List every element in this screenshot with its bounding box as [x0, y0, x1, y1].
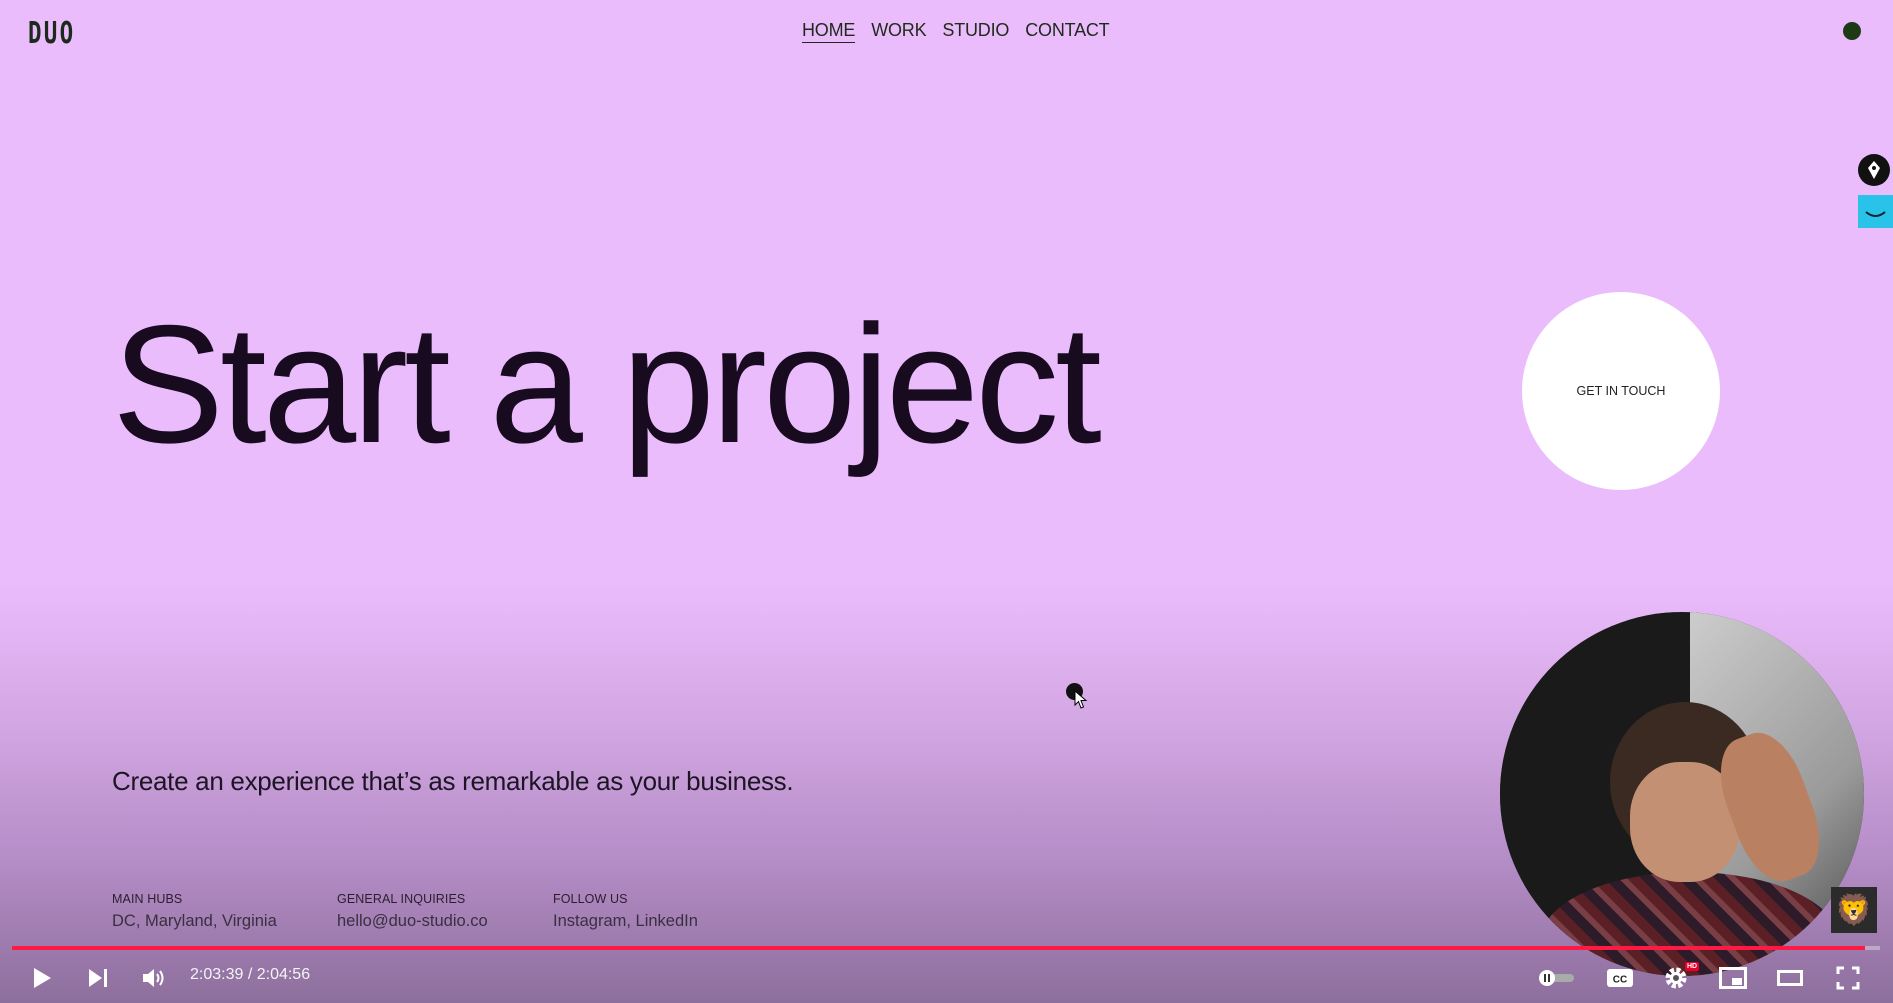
- menu-dot[interactable]: [1843, 22, 1861, 40]
- channel-avatar-icon[interactable]: 🦁: [1831, 887, 1877, 933]
- info-main-hubs: MAIN HUBS DC, Maryland, Virginia: [112, 892, 277, 931]
- fullscreen-icon[interactable]: [1828, 952, 1868, 1003]
- hd-badge: HD: [1685, 962, 1700, 971]
- time-display: 2:03:39 / 2:04:56: [190, 966, 311, 983]
- autoplay-toggle[interactable]: [1533, 952, 1579, 1003]
- svg-text:CC: CC: [1613, 974, 1627, 985]
- nav-contact[interactable]: CONTACT: [1025, 20, 1109, 43]
- nav-studio[interactable]: STUDIO: [942, 20, 1009, 43]
- play-icon[interactable]: [22, 952, 62, 1003]
- info-label: MAIN HUBS: [112, 892, 183, 906]
- info-follow-us: FOLLOW US Instagram, LinkedIn: [553, 892, 698, 931]
- email-link[interactable]: hello@duo-studio.co: [337, 912, 488, 931]
- settings-icon[interactable]: [1656, 952, 1696, 1003]
- pen-extension-icon[interactable]: [1858, 154, 1890, 186]
- next-icon[interactable]: [78, 952, 118, 1003]
- player-controls: 2:03:39 / 2:04:56 CC: [0, 952, 1893, 1003]
- theater-icon[interactable]: [1770, 952, 1810, 1003]
- info-label: FOLLOW US: [553, 892, 628, 906]
- main-nav: HOME WORK STUDIO CONTACT: [802, 20, 1110, 43]
- info-label: GENERAL INQUIRIES: [337, 892, 466, 906]
- video-progress-bar[interactable]: [12, 946, 1880, 950]
- smile-extension-icon[interactable]: [1858, 195, 1893, 228]
- webcam-overlay: [1500, 612, 1864, 976]
- social-links[interactable]: Instagram, LinkedIn: [553, 912, 698, 931]
- nav-work[interactable]: WORK: [871, 20, 926, 43]
- get-in-touch-button[interactable]: GET IN TOUCH: [1522, 292, 1720, 490]
- site-logo[interactable]: DUO: [28, 16, 75, 51]
- tagline: Create an experience that’s as remarkabl…: [112, 766, 794, 796]
- info-value: DC, Maryland, Virginia: [112, 912, 277, 930]
- progress-fill: [12, 946, 1866, 950]
- nav-home[interactable]: HOME: [802, 20, 855, 43]
- captions-icon[interactable]: CC: [1600, 952, 1640, 1003]
- mouse-pointer-icon: [1074, 690, 1088, 709]
- page-headline: Start a project: [112, 290, 1102, 478]
- volume-icon[interactable]: [134, 952, 174, 1003]
- info-general-inquiries: GENERAL INQUIRIES hello@duo-studio.co: [337, 892, 488, 931]
- miniplayer-icon[interactable]: [1713, 952, 1753, 1003]
